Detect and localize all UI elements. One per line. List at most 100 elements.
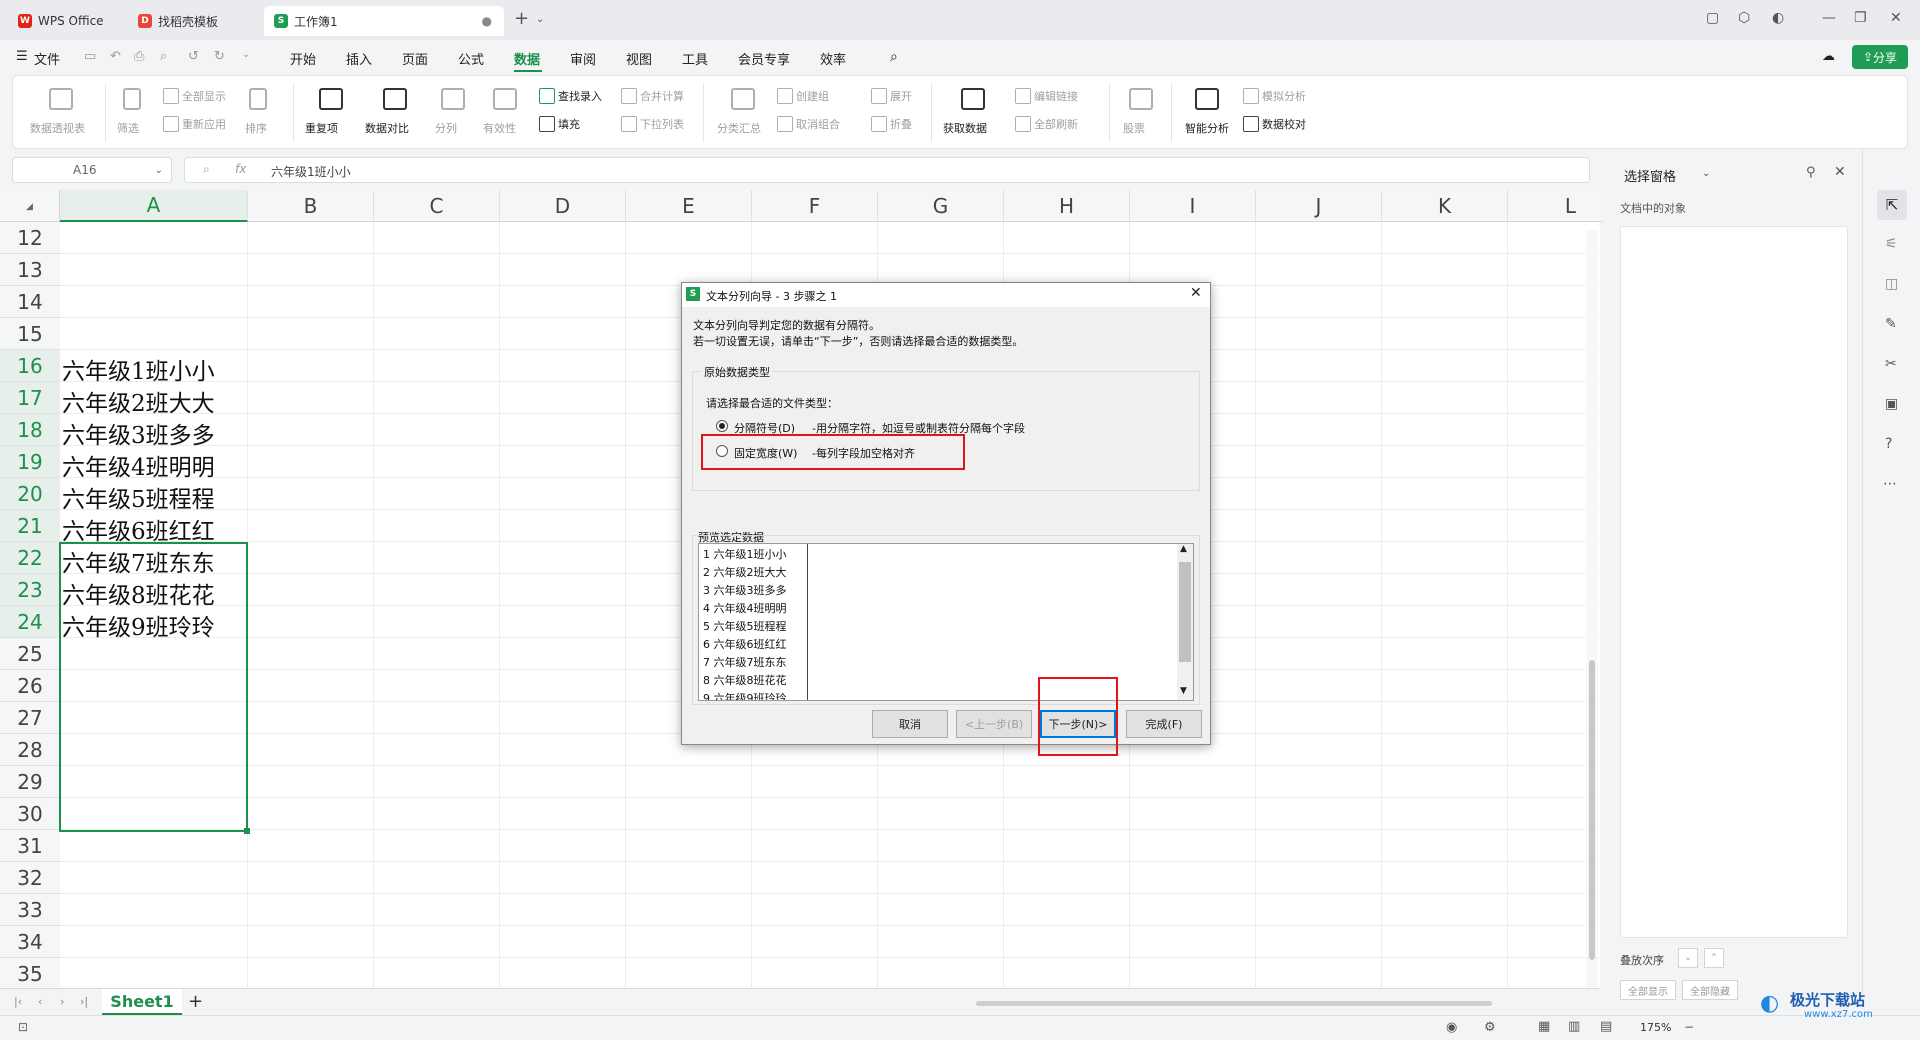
pin-icon[interactable]: ⚲: [1806, 165, 1816, 180]
chevron-down-icon[interactable]: ⌄: [536, 14, 544, 25]
vertical-scrollbar[interactable]: [1586, 230, 1598, 990]
cell-A21[interactable]: 六年级6班红红: [62, 512, 215, 546]
preview-icon[interactable]: ⌕: [160, 49, 167, 64]
zoom-search-icon[interactable]: ⌕: [203, 162, 210, 177]
split-column-button[interactable]: 分列: [435, 120, 457, 136]
simulate-analysis-button[interactable]: 模拟分析: [1243, 88, 1306, 104]
sliders-icon[interactable]: ⚟: [1885, 236, 1898, 252]
scroll-up-icon[interactable]: ▲: [1180, 544, 1187, 554]
row-header-28[interactable]: 28: [0, 734, 60, 766]
menu-home[interactable]: 开始: [290, 49, 316, 68]
fill-handle[interactable]: [244, 828, 250, 834]
row-header-26[interactable]: 26: [0, 670, 60, 702]
search-icon[interactable]: ⌕: [890, 49, 898, 65]
cursor-select-icon[interactable]: ⇱: [1877, 190, 1907, 220]
menu-page[interactable]: 页面: [402, 49, 428, 68]
row-header-32[interactable]: 32: [0, 862, 60, 894]
next-sheet-icon[interactable]: ›: [60, 995, 64, 1008]
last-sheet-icon[interactable]: ›|: [80, 995, 88, 1008]
tab-wps-office[interactable]: W WPS Office: [8, 6, 120, 36]
preview-scroll-thumb[interactable]: [1179, 562, 1191, 662]
smart-analysis-button[interactable]: 智能分析: [1185, 120, 1229, 136]
shapes-icon[interactable]: ◫: [1885, 276, 1898, 292]
column-header-C[interactable]: C: [374, 190, 500, 222]
show-all-button[interactable]: 全部显示: [163, 88, 226, 104]
chevron-down-icon[interactable]: ⌄: [1702, 168, 1710, 179]
formula-input[interactable]: ⌕ fx 六年级1班小小: [184, 157, 1590, 183]
row-header-16[interactable]: 16: [0, 350, 60, 382]
row-header-31[interactable]: 31: [0, 830, 60, 862]
row-header-25[interactable]: 25: [0, 638, 60, 670]
menu-efficiency[interactable]: 效率: [820, 49, 846, 68]
horizontal-scrollbar[interactable]: [976, 1001, 1492, 1006]
cell-A16[interactable]: 六年级1班小小: [62, 352, 215, 386]
row-header-17[interactable]: 17: [0, 382, 60, 414]
validity-button[interactable]: 有效性: [483, 120, 516, 136]
column-header-I[interactable]: I: [1130, 190, 1256, 222]
preview-scrollbar[interactable]: ▲ ▼: [1177, 544, 1193, 700]
close-icon[interactable]: ✕: [1190, 285, 1202, 301]
move-down-icon[interactable]: ⌄: [1678, 948, 1698, 968]
column-header-K[interactable]: K: [1382, 190, 1508, 222]
subtotal-button[interactable]: 分类汇总: [717, 120, 761, 136]
row-header-23[interactable]: 23: [0, 574, 60, 606]
hamburger-icon[interactable]: ☰: [16, 49, 28, 64]
row-header-35[interactable]: 35: [0, 958, 60, 990]
add-sheet-icon[interactable]: +: [188, 991, 203, 1012]
consolidate-button[interactable]: 合并计算: [621, 88, 684, 104]
settings-icon[interactable]: ⚙: [1484, 1020, 1496, 1035]
scrollbar-thumb[interactable]: [1589, 660, 1595, 960]
find-entry-button[interactable]: 查找录入: [539, 88, 602, 104]
name-box[interactable]: A16 ⌄: [12, 157, 172, 183]
cell-A18[interactable]: 六年级3班多多: [62, 416, 215, 450]
customize-chevron-icon[interactable]: ⌄: [242, 49, 250, 60]
close-icon[interactable]: ✕: [1834, 164, 1846, 180]
fill-button[interactable]: 填充: [539, 116, 580, 132]
more-icon[interactable]: ⋯: [1883, 476, 1897, 492]
stocks-button[interactable]: 股票: [1123, 120, 1145, 136]
row-header-20[interactable]: 20: [0, 478, 60, 510]
column-header-B[interactable]: B: [248, 190, 374, 222]
unsaved-dot-icon[interactable]: ●: [482, 14, 492, 28]
share-button[interactable]: ⇪ 分享: [1852, 45, 1908, 69]
row-header-29[interactable]: 29: [0, 766, 60, 798]
column-header-G[interactable]: G: [878, 190, 1004, 222]
row-header-27[interactable]: 27: [0, 702, 60, 734]
row-header-33[interactable]: 33: [0, 894, 60, 926]
macro-icon[interactable]: ⊡: [18, 1020, 28, 1034]
prev-sheet-icon[interactable]: ‹: [38, 995, 42, 1008]
ungroup-button[interactable]: 取消组合: [777, 116, 840, 132]
undo-icon[interactable]: ↶: [110, 49, 121, 64]
redo-arrow-icon[interactable]: ↻: [214, 49, 225, 64]
undo-arrow-icon[interactable]: ↺: [188, 49, 199, 64]
window-layout-icon[interactable]: ▢: [1706, 10, 1719, 26]
duplicates-button[interactable]: 重复项: [305, 120, 338, 136]
menu-tools[interactable]: 工具: [682, 49, 708, 68]
normal-view-icon[interactable]: ▦: [1538, 1019, 1550, 1034]
zoom-out-icon[interactable]: −: [1684, 1020, 1694, 1034]
column-header-E[interactable]: E: [626, 190, 752, 222]
show-all-button[interactable]: 全部显示: [1620, 980, 1676, 1000]
column-header-H[interactable]: H: [1004, 190, 1130, 222]
new-tab-plus-icon[interactable]: +: [514, 8, 529, 29]
menu-file[interactable]: 文件: [34, 49, 60, 68]
column-header-A[interactable]: A: [60, 190, 248, 222]
edit-links-button[interactable]: 编辑链接: [1015, 88, 1078, 104]
expand-button[interactable]: 展开: [871, 88, 912, 104]
dropdown-list-button[interactable]: 下拉列表: [621, 116, 684, 132]
help-icon[interactable]: ?: [1885, 436, 1892, 452]
finish-button[interactable]: 完成(F): [1126, 710, 1202, 738]
edit-image-icon[interactable]: ✎: [1885, 316, 1897, 332]
data-compare-button[interactable]: 数据对比: [365, 120, 409, 136]
page-layout-icon[interactable]: ▥: [1568, 1019, 1580, 1034]
sort-button[interactable]: 排序: [245, 120, 267, 136]
menu-insert[interactable]: 插入: [346, 49, 372, 68]
move-up-icon[interactable]: ⌃: [1704, 948, 1724, 968]
fx-icon[interactable]: fx: [235, 162, 246, 176]
row-header-18[interactable]: 18: [0, 414, 60, 446]
close-icon[interactable]: ✕: [1890, 10, 1902, 26]
row-header-13[interactable]: 13: [0, 254, 60, 286]
preview-list[interactable]: 1 六年级1班小小 2 六年级2班大大 3 六年级3班多多 4 六年级4班明明 5 六年…: [698, 543, 1194, 701]
first-sheet-icon[interactable]: |‹: [14, 995, 22, 1008]
column-header-D[interactable]: D: [500, 190, 626, 222]
